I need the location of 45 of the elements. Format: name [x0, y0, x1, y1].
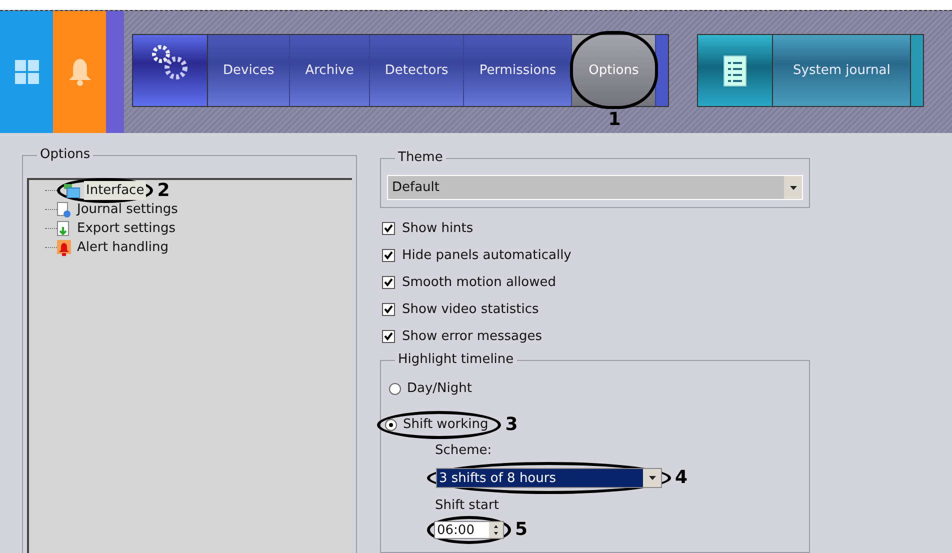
tree-item[interactable]: Journal settings	[75, 200, 180, 220]
tree-item[interactable]: Alert handling	[75, 238, 170, 258]
windows-icon	[14, 60, 38, 84]
radio-button[interactable]	[389, 382, 401, 395]
bell-icon	[66, 57, 92, 87]
tree-item[interactable]: Export settings	[75, 218, 178, 238]
checkbox[interactable]	[382, 276, 395, 290]
checkbox[interactable]	[382, 222, 395, 236]
alerts-tile[interactable]	[53, 11, 106, 133]
radio-label: Shift working	[403, 416, 488, 434]
nav-tab[interactable]: Archive	[290, 35, 370, 106]
field-label: Scheme:	[435, 442, 493, 460]
checkbox-label: Show hints	[402, 220, 474, 238]
checklist-icon[interactable]	[698, 35, 774, 106]
bell-icon	[57, 240, 71, 256]
checkbox-label: Smooth motion allowed	[402, 274, 556, 292]
callout-number: 5	[515, 520, 528, 539]
callout-number: 3	[505, 416, 518, 434]
launcher-tile[interactable]	[0, 11, 53, 133]
gears-icon[interactable]	[133, 35, 208, 106]
callout-number: 4	[675, 469, 688, 488]
nav-tab[interactable]: System journal	[773, 35, 912, 106]
scheme-dropdown[interactable]: 3 shifts of 8 hours	[436, 468, 662, 488]
dropdown-arrow-icon	[648, 476, 656, 480]
field-label: Shift start	[435, 497, 500, 516]
checkbox[interactable]	[382, 249, 395, 262]
checkbox-label: Show error messages	[402, 328, 542, 346]
nav-tab[interactable]: Detectors	[370, 35, 464, 106]
checkbox[interactable]	[382, 303, 395, 316]
nav-tab[interactable]: Permissions	[464, 35, 572, 106]
groupbox-title: Options	[37, 147, 94, 163]
checkbox-label: Hide panels automatically	[402, 247, 572, 266]
callout-number: 2	[157, 182, 170, 200]
time-spinner[interactable]: 06:00	[434, 520, 504, 539]
dropdown-arrow-icon	[790, 186, 796, 190]
checkbox[interactable]	[382, 330, 395, 344]
theme-dropdown[interactable]: Default	[387, 175, 803, 200]
tree-item[interactable]: Interface	[84, 180, 146, 200]
checkbox-label: Show video statistics	[402, 301, 539, 320]
radio-label: Day/Night	[407, 380, 472, 398]
radio-button[interactable]	[385, 418, 397, 431]
nav-tab[interactable]: Devices	[208, 35, 290, 106]
window-icon	[64, 184, 80, 198]
groupbox-title: Highlight timeline	[395, 352, 517, 368]
callout-number: 1	[608, 111, 621, 129]
